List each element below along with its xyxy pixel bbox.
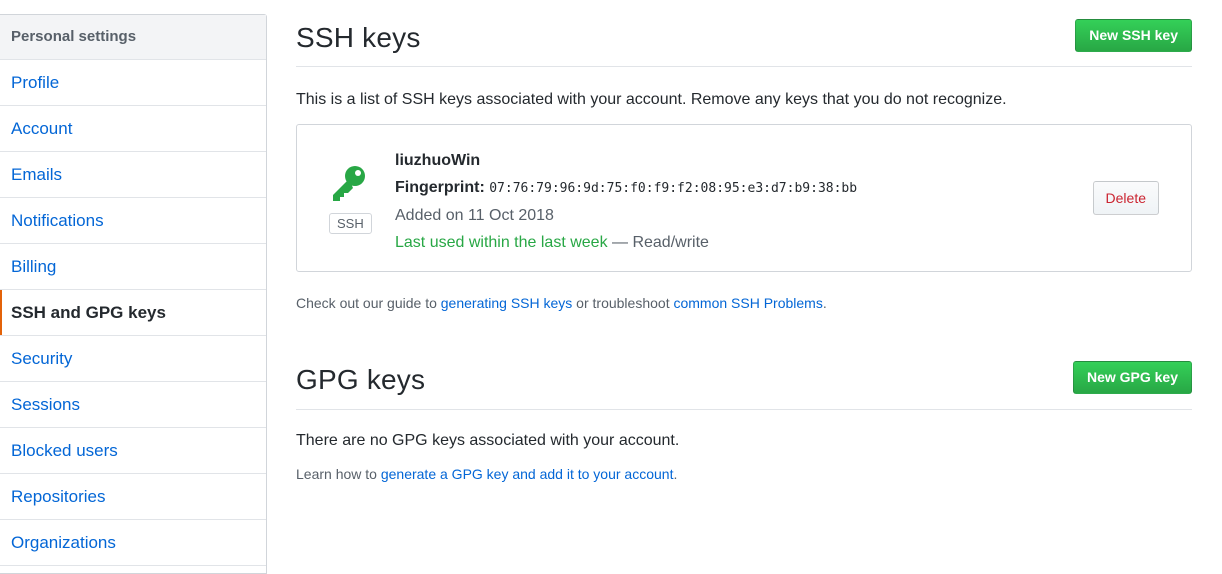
ssh-section-header: SSH keys New SSH key [296,0,1192,67]
sidebar-item-blocked-users[interactable]: Blocked users [0,428,266,474]
new-gpg-key-button[interactable]: New GPG key [1072,361,1192,394]
generate-gpg-key-link[interactable]: generate a GPG key and add it to your ac… [381,466,674,482]
ssh-keys-section: SSH keys New SSH key This is a list of S… [296,0,1192,311]
generating-ssh-keys-link[interactable]: generating SSH keys [441,295,573,311]
sidebar-item-ssh-gpg-keys[interactable]: SSH and GPG keys [0,290,266,336]
fingerprint-row: Fingerprint: 07:76:79:96:9d:75:f0:f9:f2:… [395,174,857,202]
sidebar-item-sessions[interactable]: Sessions [0,382,266,428]
sidebar-item-emails[interactable]: Emails [0,152,266,198]
ssh-guide-note: Check out our guide to generating SSH ke… [296,295,1192,311]
guide-middle: or troubleshoot [572,295,674,311]
sidebar-item-billing[interactable]: Billing [0,244,266,290]
sidebar-item-notifications[interactable]: Notifications [0,198,266,244]
learn-suffix: . [673,466,678,482]
gpg-keys-section: GPG keys New GPG key There are no GPG ke… [296,361,1192,482]
main-content: SSH keys New SSH key This is a list of S… [296,0,1192,482]
key-added-date: Added on 11 Oct 2018 [395,207,554,224]
key-access-level: — Read/write [607,234,709,251]
key-last-used: Last used within the last week [395,234,608,251]
learn-prefix: Learn how to [296,466,381,482]
key-icon-block: SSH [329,163,372,234]
sidebar-item-profile[interactable]: Profile [0,60,266,106]
gpg-learn-note: Learn how to generate a GPG key and add … [296,466,1192,482]
new-ssh-key-button[interactable]: New SSH key [1075,19,1192,52]
key-usage-row: Last used within the last week — Read/wr… [395,229,857,256]
fingerprint-label: Fingerprint: [395,179,485,196]
key-icon [333,166,365,201]
sidebar-item-account[interactable]: Account [0,106,266,152]
settings-sidebar: Personal settings Profile Account Emails… [0,14,267,574]
fingerprint-value: 07:76:79:96:9d:75:f0:f9:f2:08:95:e3:d7:b… [489,181,858,196]
sidebar-header: Personal settings [0,15,266,60]
delete-ssh-key-button[interactable]: Delete [1092,181,1159,215]
gpg-keys-title: GPG keys [296,364,426,395]
ssh-intro-text: This is a list of SSH keys associated wi… [296,91,1007,108]
common-ssh-problems-link[interactable]: common SSH Problems [673,295,822,311]
guide-prefix: Check out our guide to [296,295,441,311]
sidebar-item-repositories[interactable]: Repositories [0,474,266,520]
ssh-key-title: liuzhuoWin [395,152,481,169]
gpg-empty-text: There are no GPG keys associated with yo… [296,432,680,449]
ssh-key-item: SSH liuzhuoWin Fingerprint: 07:76:79:96:… [296,124,1192,272]
gpg-section-header: GPG keys New GPG key [296,361,1192,410]
sidebar-item-organizations[interactable]: Organizations [0,520,266,566]
ssh-keys-title: SSH keys [296,22,421,53]
guide-suffix: . [822,295,827,311]
sidebar-item-security[interactable]: Security [0,336,266,382]
ssh-key-details: liuzhuoWin Fingerprint: 07:76:79:96:9d:7… [395,147,857,256]
ssh-type-label: SSH [329,213,372,234]
